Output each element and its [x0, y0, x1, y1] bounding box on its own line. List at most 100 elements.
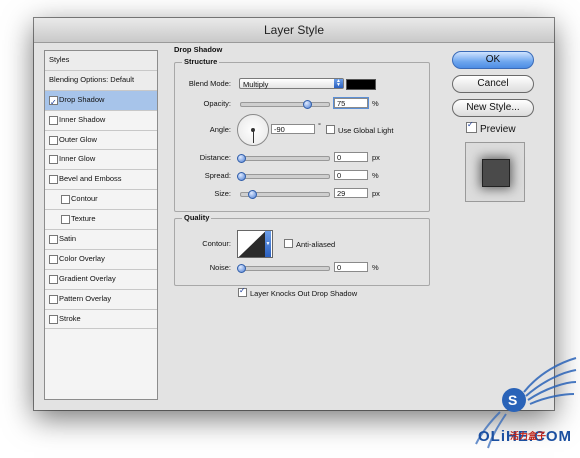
- opacity-label: Opacity:: [203, 99, 231, 108]
- style-item-inner-shadow[interactable]: Inner Shadow: [45, 111, 157, 131]
- style-item-checkbox[interactable]: [49, 175, 58, 185]
- drop-shadow-title: Drop Shadow: [174, 45, 223, 54]
- style-item-label: Drop Shadow: [59, 94, 105, 104]
- anti-aliased-checkbox[interactable]: Anti-aliased: [284, 239, 335, 249]
- noise-label: Noise:: [209, 263, 231, 272]
- angle-field[interactable]: -90: [271, 124, 315, 134]
- contour-dropdown-arrow-icon[interactable]: ▼: [265, 231, 271, 257]
- preview-box[interactable]: [466, 120, 477, 133]
- use-global-light-label: Use Global Light: [338, 126, 394, 135]
- style-item-label: Outer Glow: [59, 134, 97, 144]
- new-style-button[interactable]: New Style...: [452, 99, 534, 117]
- style-item-label: Texture: [71, 214, 96, 224]
- svg-text:S: S: [508, 392, 517, 408]
- blend-mode-value: Multiply: [243, 80, 269, 89]
- style-item-pattern-overlay[interactable]: Pattern Overlay: [45, 290, 157, 310]
- style-item-color-overlay[interactable]: Color Overlay: [45, 250, 157, 270]
- preview-shape: [482, 159, 510, 187]
- ok-button[interactable]: OK: [452, 51, 534, 69]
- spread-field[interactable]: 0: [334, 170, 368, 180]
- use-global-light-box[interactable]: [326, 125, 335, 134]
- structure-title: Structure: [182, 57, 220, 66]
- style-item-checkbox[interactable]: [49, 254, 58, 264]
- noise-slider-thumb[interactable]: [237, 264, 246, 273]
- style-item-label: Satin: [59, 234, 77, 244]
- style-item-checkbox[interactable]: [49, 135, 58, 145]
- style-item-label: Bevel and Emboss: [59, 174, 122, 184]
- size-slider[interactable]: [240, 190, 330, 199]
- noise-unit: %: [372, 263, 379, 272]
- opacity-unit: %: [372, 99, 379, 108]
- quality-title: Quality: [182, 213, 212, 222]
- knocks-out-box[interactable]: [238, 286, 247, 297]
- style-item-gradient-overlay[interactable]: Gradient Overlay: [45, 270, 157, 290]
- anti-aliased-label: Anti-aliased: [296, 240, 336, 249]
- knocks-out-label: Layer Knocks Out Drop Shadow: [250, 289, 358, 298]
- style-item-checkbox[interactable]: [61, 195, 70, 205]
- select-arrows-icon: ▲ ▼: [334, 79, 343, 88]
- style-item-satin[interactable]: Satin: [45, 230, 157, 250]
- spread-label: Spread:: [204, 171, 231, 180]
- style-item-checkbox[interactable]: [49, 235, 58, 245]
- style-item-label: Contour: [71, 194, 98, 204]
- distance-slider-thumb[interactable]: [237, 154, 246, 163]
- noise-slider[interactable]: [237, 264, 330, 273]
- opacity-slider[interactable]: [240, 100, 330, 109]
- blending-options-item[interactable]: Blending Options: Default: [45, 70, 157, 91]
- style-item-stroke[interactable]: Stroke: [45, 310, 157, 330]
- quality-group: [174, 218, 430, 286]
- dialog-title: Layer Style: [34, 18, 554, 43]
- angle-label: Angle:: [209, 125, 231, 134]
- preview-checkbox[interactable]: Preview: [466, 120, 516, 135]
- styles-header[interactable]: Styles: [45, 51, 157, 71]
- style-item-outer-glow[interactable]: Outer Glow: [45, 131, 157, 151]
- spread-unit: %: [372, 171, 379, 180]
- size-unit: px: [372, 189, 380, 198]
- size-field[interactable]: 29: [334, 188, 368, 198]
- distance-unit: px: [372, 153, 380, 162]
- style-item-checkbox[interactable]: [49, 314, 58, 324]
- size-label: Size:: [214, 189, 231, 198]
- style-item-bevel-and-emboss[interactable]: Bevel and Emboss: [45, 170, 157, 191]
- noise-field[interactable]: 0: [334, 262, 368, 272]
- cancel-button[interactable]: Cancel: [452, 75, 534, 93]
- style-item-contour[interactable]: Contour: [45, 190, 157, 211]
- style-item-checkbox[interactable]: [49, 115, 58, 125]
- style-item-label: Inner Glow: [59, 154, 96, 164]
- angle-dial-center: [251, 128, 255, 132]
- angle-unit: °: [318, 121, 321, 130]
- contour-label: Contour:: [202, 239, 231, 248]
- style-item-drop-shadow[interactable]: Drop Shadow: [45, 90, 157, 113]
- style-item-checkbox[interactable]: [49, 274, 58, 284]
- style-item-texture[interactable]: Texture: [45, 210, 157, 231]
- style-item-label: Gradient Overlay: [59, 273, 116, 283]
- opacity-field[interactable]: 75: [333, 97, 369, 109]
- opacity-slider-thumb[interactable]: [303, 100, 312, 109]
- knocks-out-checkbox[interactable]: Layer Knocks Out Drop Shadow: [238, 286, 358, 298]
- style-item-label: Pattern Overlay: [59, 293, 112, 303]
- angle-dial[interactable]: [237, 114, 269, 146]
- size-slider-thumb[interactable]: [247, 190, 257, 199]
- distance-slider[interactable]: [237, 154, 330, 163]
- style-item-checkbox[interactable]: [61, 215, 70, 225]
- styles-list: Styles Blending Options: Default Drop Sh…: [44, 50, 158, 400]
- blend-mode-select[interactable]: Multiply ▲ ▼: [239, 78, 344, 89]
- style-item-label: Inner Shadow: [59, 114, 106, 124]
- style-item-checkbox[interactable]: [49, 294, 58, 304]
- distance-field[interactable]: 0: [334, 152, 368, 162]
- anti-aliased-box[interactable]: [284, 239, 293, 248]
- style-item-label: Stroke: [59, 313, 81, 323]
- spread-slider[interactable]: [237, 172, 330, 181]
- shadow-color-swatch[interactable]: [346, 79, 376, 90]
- blend-mode-label: Blend Mode:: [188, 79, 231, 88]
- preview-thumbnail: [465, 142, 525, 202]
- use-global-light-checkbox[interactable]: Use Global Light: [326, 125, 393, 135]
- style-item-inner-glow[interactable]: Inner Glow: [45, 150, 157, 171]
- style-item-checkbox[interactable]: [49, 94, 58, 113]
- watermark-subtext: 活力盒子: [510, 431, 547, 441]
- distance-label: Distance:: [199, 153, 231, 162]
- style-item-label: Color Overlay: [59, 253, 105, 263]
- preview-label: Preview: [480, 124, 516, 135]
- spread-slider-thumb[interactable]: [237, 172, 246, 181]
- style-item-checkbox[interactable]: [49, 155, 58, 165]
